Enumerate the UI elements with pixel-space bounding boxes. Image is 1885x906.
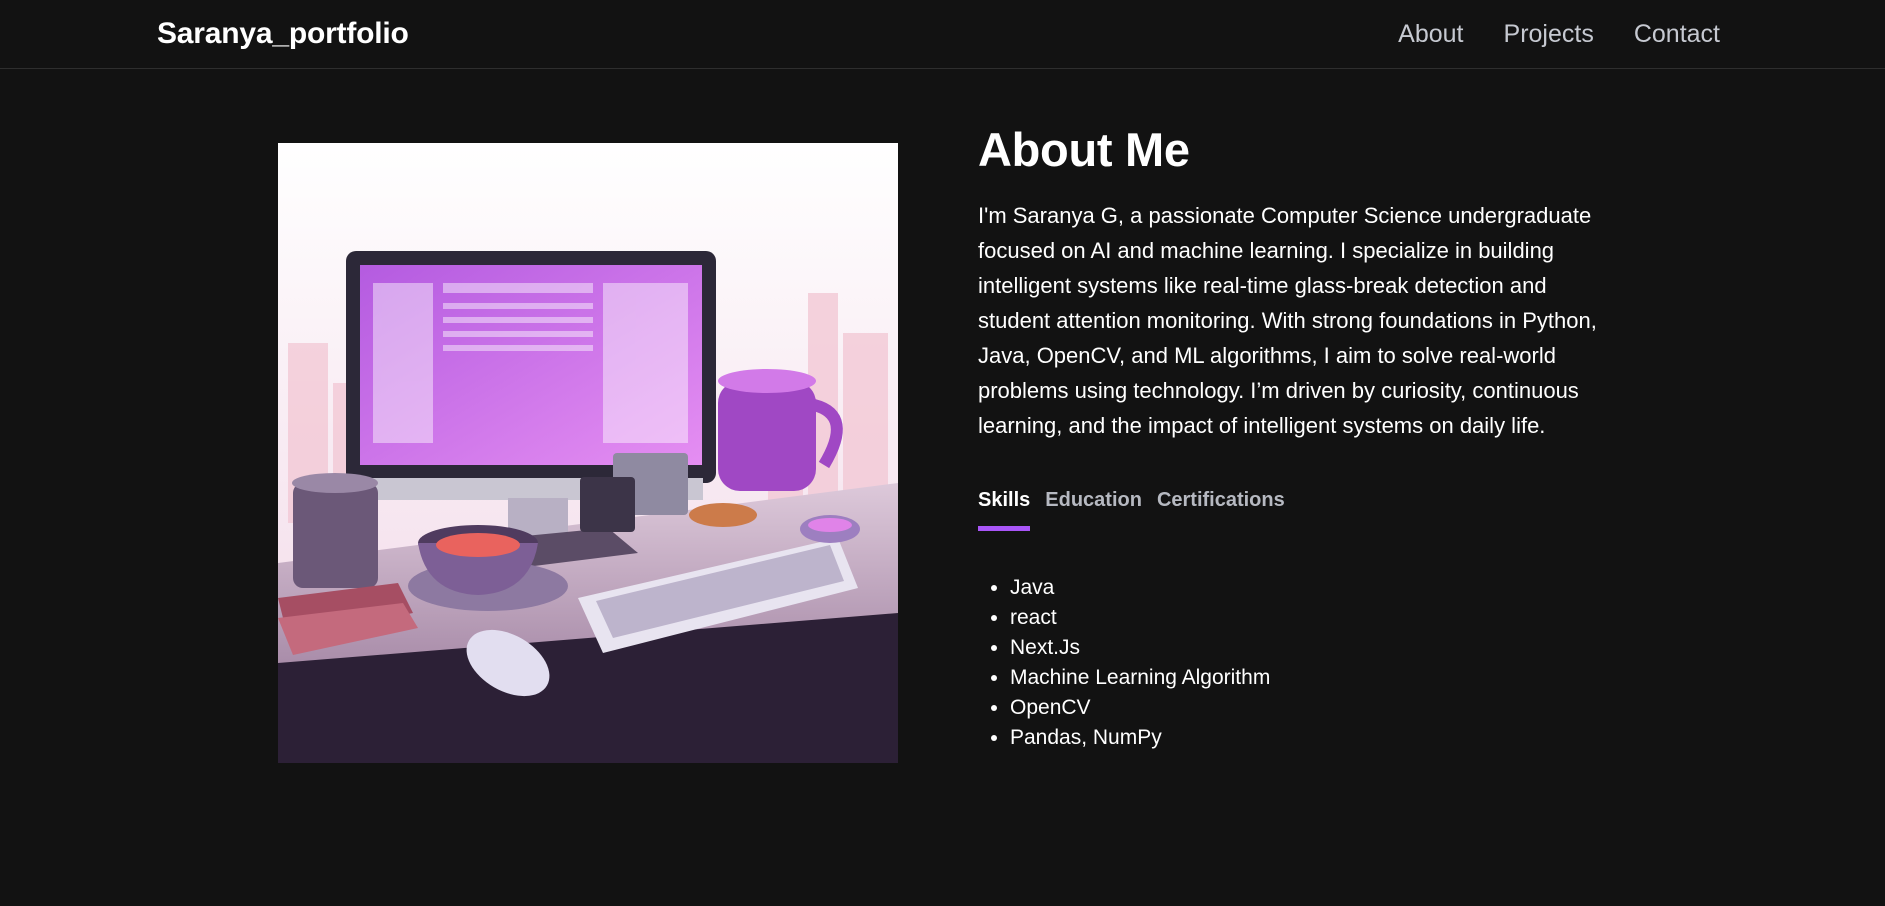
about-section: About Me I'm Saranya G, a passionate Com…: [978, 122, 1618, 753]
nav-link-contact[interactable]: Contact: [1634, 20, 1720, 49]
list-item: react: [1010, 603, 1618, 633]
tab-education[interactable]: Education: [1045, 489, 1142, 527]
about-paragraph: I'm Saranya G, a passionate Computer Sci…: [978, 203, 1597, 438]
nav-link-about[interactable]: About: [1398, 20, 1463, 49]
list-item: Java: [1010, 573, 1618, 603]
tab-certifications[interactable]: Certifications: [1157, 489, 1285, 527]
workspace-illustration: [278, 143, 898, 763]
page-title: About Me: [978, 123, 1190, 176]
nav-links: About Projects Contact: [1398, 20, 1720, 49]
brand-logo[interactable]: Saranya_portfolio: [157, 17, 409, 51]
tab-bar: Skills Education Certifications: [978, 489, 1618, 531]
navbar: Saranya_portfolio About Projects Contact: [0, 0, 1885, 69]
skills-list: Java react Next.Js Machine Learning Algo…: [978, 573, 1618, 753]
tab-skills[interactable]: Skills: [978, 489, 1031, 531]
list-item: Next.Js: [1010, 633, 1618, 663]
list-item: Pandas, NumPy: [1010, 723, 1618, 753]
nav-link-projects[interactable]: Projects: [1504, 20, 1594, 49]
workspace-illustration-svg: [278, 143, 898, 763]
list-item: OpenCV: [1010, 693, 1618, 723]
list-item: Machine Learning Algorithm: [1010, 663, 1618, 693]
